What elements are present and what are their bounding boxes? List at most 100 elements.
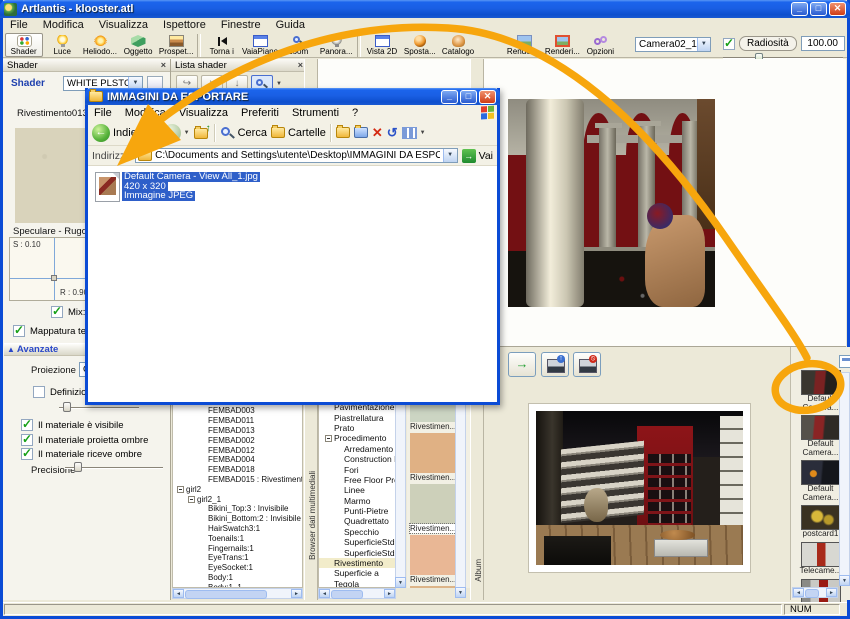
scroll-left-icon[interactable]: ◄ xyxy=(319,589,330,598)
category-hscrollbar[interactable]: ◄ ► xyxy=(318,588,396,599)
close-button[interactable]: ✕ xyxy=(479,90,496,104)
chevron-down-icon[interactable]: ▼ xyxy=(443,149,457,162)
maximize-button[interactable]: □ xyxy=(460,90,477,104)
swatch-item[interactable]: Rivestimen... xyxy=(410,535,456,584)
toolbar-button[interactable]: VaiaPiano xyxy=(241,33,279,57)
search-button[interactable]: Cerca xyxy=(220,126,267,140)
tree-item[interactable]: Body:1 xyxy=(173,573,302,583)
minimize-button[interactable]: _ xyxy=(441,90,458,104)
category-item[interactable]: Linee xyxy=(319,485,395,495)
menu-item[interactable]: Finestre xyxy=(221,19,261,31)
expander-icon[interactable] xyxy=(177,486,184,493)
camera-thumbnail[interactable] xyxy=(801,542,841,567)
swatch-item[interactable]: Rivestimen... xyxy=(410,484,456,533)
tree-item[interactable]: FEMBAD015 : Rivestimento004 xyxy=(173,475,302,485)
menu-item[interactable]: Strumenti xyxy=(292,107,339,119)
menu-item[interactable]: File xyxy=(10,19,28,31)
close-panel-icon[interactable]: × xyxy=(161,60,166,70)
category-item[interactable]: Rivestimento xyxy=(319,558,395,568)
category-item[interactable]: Arredamento xyxy=(319,444,395,454)
close-panel-icon[interactable]: × xyxy=(298,60,303,70)
menu-item[interactable]: Guida xyxy=(276,19,305,31)
render-image-button[interactable]: ↑ xyxy=(541,352,569,377)
camera-select[interactable]: Camera02_1 ▼ xyxy=(635,37,711,52)
toolbar-button[interactable]: Oggetto xyxy=(119,33,157,57)
render-stop-button[interactable]: ⦸ xyxy=(573,352,601,377)
scroll-down-icon[interactable]: ▼ xyxy=(455,587,466,598)
chevron-down-icon[interactable]: ▼ xyxy=(420,130,426,136)
go-address-button[interactable]: → Vai xyxy=(462,149,493,163)
menu-item[interactable]: Visualizza xyxy=(179,107,228,119)
scroll-down-icon[interactable]: ▼ xyxy=(839,575,850,586)
menu-item[interactable]: Modifica xyxy=(125,107,166,119)
menu-item[interactable]: Modifica xyxy=(43,19,84,31)
graph-handle[interactable] xyxy=(51,275,57,281)
move-to-button[interactable] xyxy=(336,127,350,138)
tree-item[interactable]: HairSwatch3:1 xyxy=(173,524,302,534)
category-item[interactable]: Free Floor Pro sh xyxy=(319,475,395,485)
precision-slider[interactable] xyxy=(65,462,163,472)
category-item[interactable]: Piastrellatura xyxy=(319,412,395,422)
shader-panel-header[interactable]: Shader × xyxy=(3,59,170,72)
toolbar-button[interactable]: Opzioni xyxy=(581,33,619,57)
expander-icon[interactable] xyxy=(325,435,332,442)
minimize-button[interactable]: _ xyxy=(791,2,808,16)
slider-thumb[interactable] xyxy=(63,402,71,412)
chevron-down-icon[interactable]: ▼ xyxy=(153,130,159,136)
scroll-left-icon[interactable]: ◄ xyxy=(173,589,184,598)
explorer-file-list[interactable]: Default Camera - View All_1.jpg 420 x 32… xyxy=(88,166,497,402)
camera-thumbnail[interactable] xyxy=(801,370,841,395)
toolbar-button[interactable]: Torna i xyxy=(203,33,241,57)
shader-list-header[interactable]: Lista shader × xyxy=(171,59,307,72)
go-button[interactable]: → xyxy=(508,352,536,377)
tree-item[interactable]: Toenails:1 xyxy=(173,533,302,543)
category-vscrollbar[interactable]: ▼ xyxy=(395,403,406,588)
up-folder-button[interactable]: ↑ xyxy=(194,126,210,139)
menu-item[interactable]: ? xyxy=(352,107,358,119)
tree-item[interactable]: FEMBAD004 xyxy=(173,455,302,465)
render-preview-image[interactable] xyxy=(536,411,743,565)
chevron-down-icon[interactable]: ▼ xyxy=(184,130,190,136)
tree-item[interactable]: Bikini_Top:3 : Invisibile xyxy=(173,504,302,514)
swatch-vscrollbar[interactable]: ▼ xyxy=(455,403,466,598)
camera-thumbnail[interactable] xyxy=(801,415,841,440)
toolbar-button[interactable]: Catalogo xyxy=(439,33,477,57)
menu-item[interactable]: Preferiti xyxy=(241,107,279,119)
tree-item[interactable]: girl2 xyxy=(173,484,302,494)
radiosity-checkbox[interactable] xyxy=(723,38,735,50)
expander-icon[interactable] xyxy=(188,496,195,503)
tree-item[interactable]: EyeSocket:1 xyxy=(173,563,302,573)
category-item[interactable]: Specchio xyxy=(319,527,395,537)
folders-button[interactable]: Cartelle xyxy=(271,127,326,139)
scroll-left-icon[interactable]: ◄ xyxy=(793,588,804,597)
toolbar-button[interactable]: Luce xyxy=(43,33,81,57)
close-button[interactable]: ✕ xyxy=(829,2,846,16)
back-button[interactable]: ← Indietro ▼ xyxy=(92,124,159,142)
toolbar-button[interactable]: Prospet... xyxy=(157,33,195,57)
address-input[interactable]: C:\Documents and Settings\utente\Desktop… xyxy=(135,148,457,163)
texture-swatch[interactable] xyxy=(410,586,455,588)
material-cast-shadows-checkbox[interactable] xyxy=(21,434,33,446)
chevron-down-icon[interactable]: ▼ xyxy=(276,81,282,87)
camera-thumbnail[interactable] xyxy=(801,460,841,485)
undo-button[interactable]: ↺ xyxy=(387,126,398,139)
toolbar-button[interactable]: Zoom xyxy=(279,33,317,57)
forward-button[interactable]: → ▼ xyxy=(163,124,190,142)
swatch-item[interactable] xyxy=(410,586,456,588)
thumbnail-vscrollbar[interactable]: ▼ xyxy=(839,372,850,586)
detach-panel-button[interactable] xyxy=(839,355,850,368)
tree-item[interactable]: FEMBAD003 xyxy=(173,406,302,416)
texture-swatch[interactable] xyxy=(410,433,455,473)
toolbar-button[interactable]: Renderi... xyxy=(505,33,543,57)
scroll-down-icon[interactable]: ▼ xyxy=(395,577,406,588)
toolbar-button[interactable]: Shader xyxy=(5,33,43,57)
delete-button[interactable]: ✕ xyxy=(372,126,383,139)
camera-thumbnail[interactable] xyxy=(801,505,841,530)
toolbar-button[interactable]: Heliodo... xyxy=(81,33,119,57)
views-button[interactable]: ▼ xyxy=(402,127,426,139)
category-item[interactable]: Superficie a xyxy=(319,568,395,578)
tree-item[interactable]: Fingernails:1 xyxy=(173,543,302,553)
toolbar-button[interactable]: Vista 2D xyxy=(363,33,401,57)
scroll-right-icon[interactable]: ► xyxy=(291,589,302,598)
definition-checkbox[interactable] xyxy=(33,386,45,398)
